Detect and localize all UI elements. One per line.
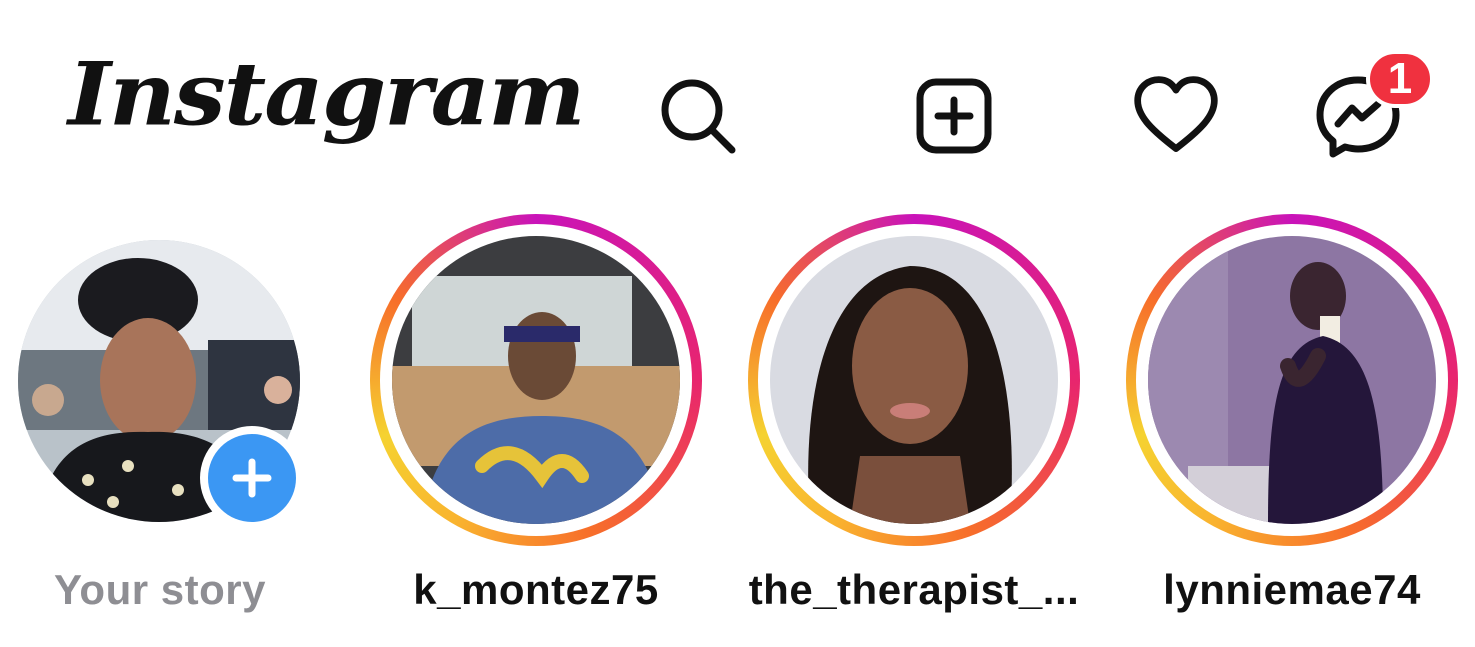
story-username: lynniemae74 (1163, 566, 1421, 613)
messenger-badge: 1 (1366, 50, 1434, 108)
activity-button[interactable] (1130, 70, 1222, 162)
story-username: k_montez75 (413, 566, 659, 613)
story-avatar (1148, 236, 1436, 524)
plus-icon (232, 458, 272, 498)
story-avatar (392, 236, 680, 524)
instagram-logo: Instagram (68, 42, 586, 146)
story-avatar (770, 236, 1058, 524)
search-icon (661, 79, 736, 154)
story-username: the_therapist_... (748, 566, 1080, 613)
new-post-icon (916, 78, 992, 154)
instagram-app: Instagram 1 Your story k_montez75 the_th… (0, 0, 1475, 647)
your-story-label: Your story (54, 566, 266, 613)
new-post-button[interactable] (908, 70, 1000, 162)
search-button[interactable] (652, 70, 744, 162)
add-story-button[interactable] (200, 426, 304, 530)
heart-icon (1134, 76, 1218, 152)
